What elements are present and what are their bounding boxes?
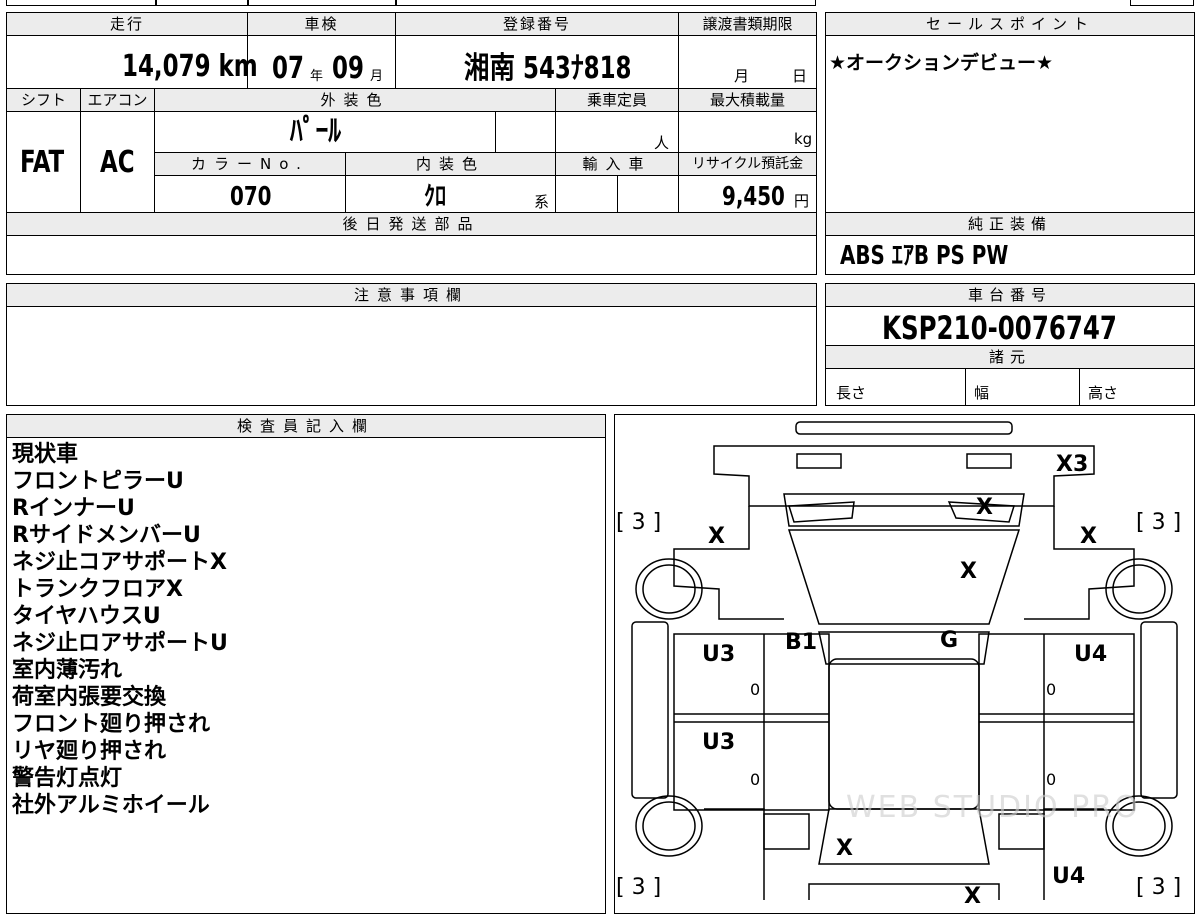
interior-cell [345, 175, 556, 213]
zero-front-left: 0 [750, 680, 761, 699]
tire-label-rear-right: [ 3 ] [1136, 875, 1182, 900]
inspector-item: 室内薄汚れ [12, 658, 123, 683]
top-strip-cell-4 [396, 0, 816, 6]
spec-length: 長さ [836, 384, 867, 402]
recycle-value: 9,450 [722, 182, 785, 212]
maxload-header: 最大積載量 [678, 88, 817, 112]
mark-u4-front-door: U4 [1074, 642, 1108, 667]
later-parts-header: 後日発送部品 [6, 212, 817, 236]
interior-value: ｸﾛ [424, 182, 447, 212]
capacity-header: 乗車定員 [555, 88, 679, 112]
mark-x-hood: X [960, 559, 977, 584]
ac-header: エアコン [80, 88, 155, 112]
mark-u3-front-door: U3 [702, 642, 736, 667]
exterior-header: 外装色 [154, 88, 556, 112]
inspection-month-unit: 月 [370, 69, 384, 84]
watermark: WEB STUDIO PRO [846, 790, 1140, 825]
equipment-value: ABS ｴｱB PS PW [840, 241, 1009, 271]
colorno-header: カラーNo. [154, 152, 346, 176]
tire-label-rear-left: [ 3 ] [616, 875, 662, 900]
maxload-unit: kg [794, 130, 813, 148]
sales-box [825, 12, 1195, 213]
inspector-list: 現状車 フロントピラーU RインナーU RサイドメンバーU ネジ止コアサポートX トランク… [12, 441, 228, 819]
mileage-header: 走行 [6, 12, 248, 36]
exterior-extra-cell [495, 111, 556, 153]
inspector-item: ネジ止コアサポートX [12, 550, 227, 575]
zero-front-right: 0 [1046, 680, 1057, 699]
inspection-year: 07 [272, 51, 304, 86]
inspector-item: トランクフロアX [12, 577, 183, 602]
top-strip-cell-3 [248, 0, 396, 6]
top-strip-cell-1 [6, 0, 156, 6]
mark-u4-rear: U4 [1052, 864, 1086, 889]
inspection-year-unit: 年 [310, 69, 324, 84]
top-strip-cell-5 [1130, 0, 1194, 6]
inspection-header: 車検 [247, 12, 396, 36]
mark-x-left-fender: X [708, 524, 725, 549]
inspector-item: RサイドメンバーU [12, 523, 201, 548]
mileage-value: 14,079 km [122, 49, 258, 84]
import-cell-2 [617, 175, 679, 213]
chassis-value: KSP210-0076747 [882, 309, 1117, 347]
inspector-item: 荷室内張要交換 [12, 685, 167, 710]
colorno-value: 070 [230, 182, 272, 212]
top-strip-cell-2 [156, 0, 248, 6]
equipment-header: 純正装備 [825, 212, 1195, 236]
inspection-month: 09 [332, 51, 364, 86]
inspector-item: リヤ廻り押され [12, 739, 167, 764]
sales-value: ★オークションデビュー★ [829, 52, 1054, 74]
interior-header: 内装色 [345, 152, 556, 176]
recycle-header: リサイクル預託金 [678, 152, 817, 176]
mark-x-right-fender: X [1080, 524, 1097, 549]
mark-x3: X3 [1056, 452, 1089, 477]
mark-u3-rear-door: U3 [702, 730, 736, 755]
ac-value: AC [100, 145, 135, 180]
inspector-item: ネジ止ロアサポートU [12, 631, 228, 656]
inspector-header: 検査員記入欄 [6, 414, 606, 438]
chassis-header: 車台番号 [825, 283, 1195, 307]
interior-suffix: 系 [534, 193, 550, 211]
inspector-item: 現状車 [12, 442, 79, 467]
recycle-unit: 円 [794, 192, 810, 210]
registration-value: 湘南 543ﾅ818 [464, 51, 632, 86]
tire-label-front-left: [ 3 ] [616, 510, 662, 535]
capacity-unit: 人 [654, 134, 670, 152]
spec-header: 諸元 [825, 345, 1195, 369]
inspector-item: RインナーU [12, 496, 135, 521]
notes-header: 注意事項欄 [6, 283, 817, 307]
mark-g: G [940, 628, 959, 653]
shift-value: FAT [20, 145, 65, 180]
transfer-day: 日 [792, 67, 808, 85]
mark-x-front-right-small: X [976, 495, 993, 520]
tire-label-front-right: [ 3 ] [1136, 510, 1182, 535]
registration-header: 登録番号 [395, 12, 679, 36]
inspector-item: タイヤハウスU [12, 604, 161, 629]
shift-header: シフト [6, 88, 81, 112]
transfer-header: 譲渡書類期限 [678, 12, 817, 36]
import-cell-1 [555, 175, 618, 213]
inspector-item: フロントピラーU [12, 469, 184, 494]
zero-rear-right: 0 [1046, 770, 1057, 789]
inspector-item: 社外アルミホイール [12, 793, 210, 818]
inspector-item: 警告灯点灯 [12, 766, 123, 791]
import-header: 輸入車 [555, 152, 679, 176]
inspector-item: フロント廻り押され [12, 712, 211, 737]
exterior-value: ﾊﾟｰﾙ [290, 114, 341, 149]
mark-b1: B1 [785, 630, 818, 655]
spec-height: 高さ [1088, 384, 1119, 402]
mark-x-rear: X [836, 836, 853, 861]
sales-header: セールスポイント [825, 12, 1195, 36]
spec-width: 幅 [974, 384, 990, 402]
mark-x-rear-bottom: X [964, 884, 981, 909]
transfer-month: 月 [734, 67, 750, 85]
zero-rear-left: 0 [750, 770, 761, 789]
